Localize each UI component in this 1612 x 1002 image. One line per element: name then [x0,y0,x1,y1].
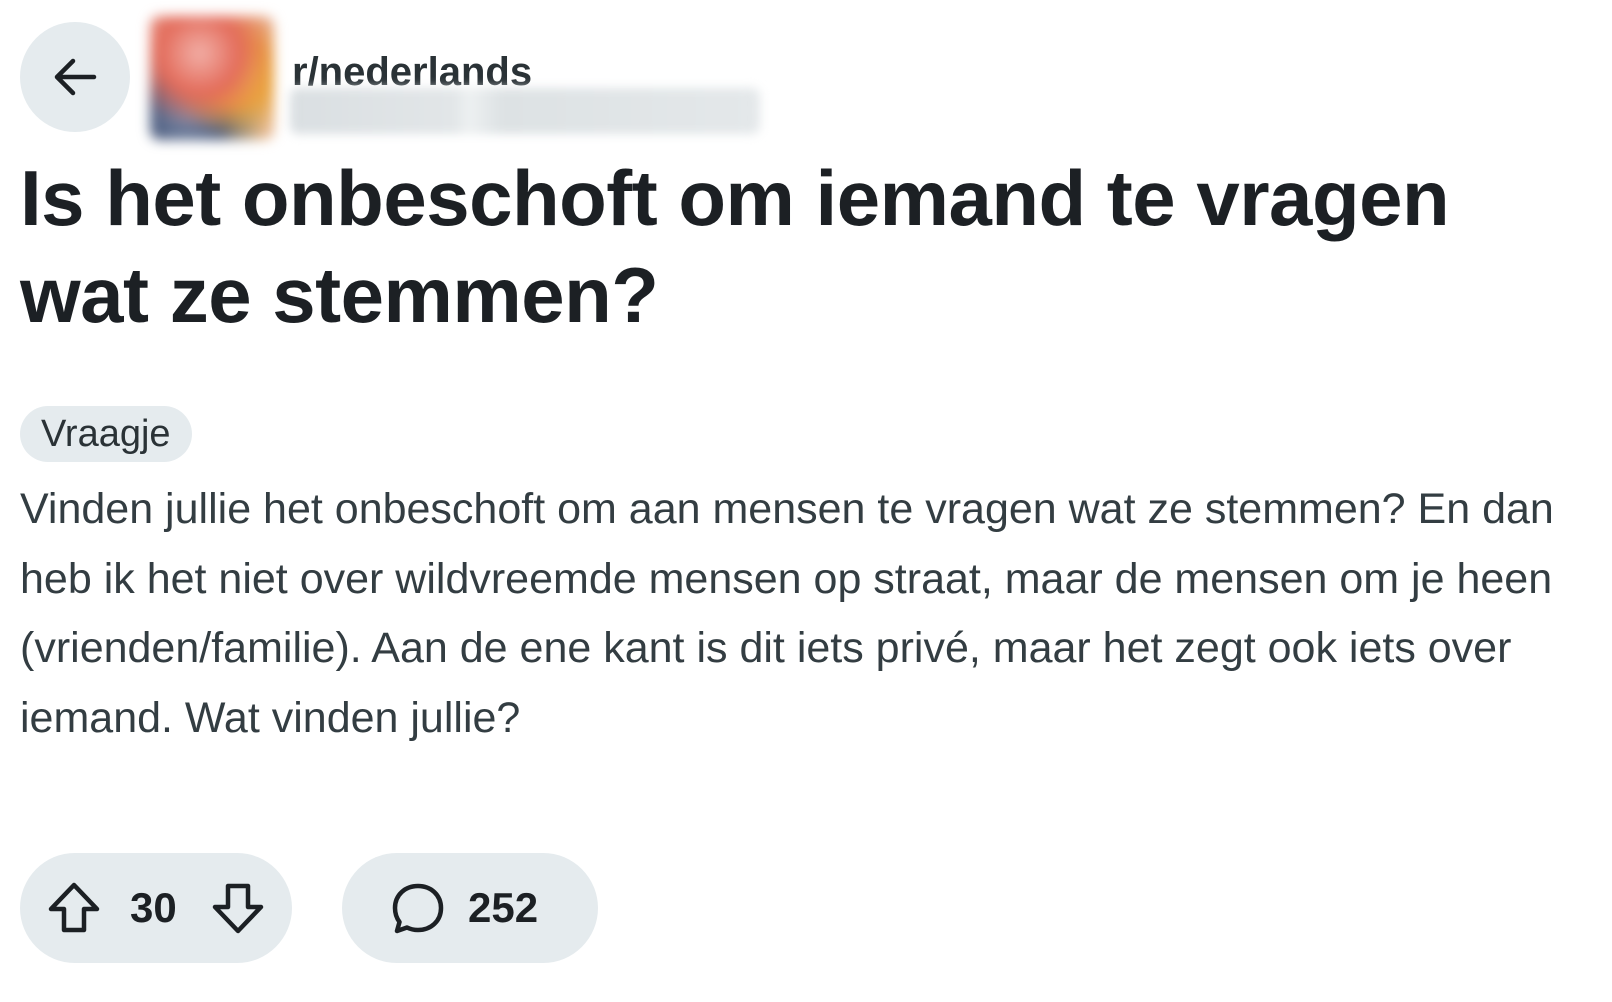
comments-button[interactable]: 252 [342,853,598,963]
upvote-arrow-icon [48,882,100,933]
vote-count: 30 [130,884,177,931]
back-button[interactable] [20,22,130,132]
post-flair[interactable]: Vraagje [20,406,192,462]
arrow-left-icon [54,58,97,96]
post-title: Is het onbeschoft om iemand te vragen wa… [20,154,1450,339]
vote-bar: 30 [20,853,292,963]
downvote-arrow-icon [212,883,264,934]
comment-count: 252 [468,884,539,931]
post-header: r/nederlands [20,16,800,140]
speech-bubble-icon [392,883,444,934]
upvote-button[interactable] [46,880,102,936]
subreddit-avatar[interactable] [150,16,274,140]
post-body: Vinden jullie het onbeschoft om aan mens… [20,485,1554,742]
blurred-author-metadata [290,88,760,134]
downvote-button[interactable] [210,880,266,936]
